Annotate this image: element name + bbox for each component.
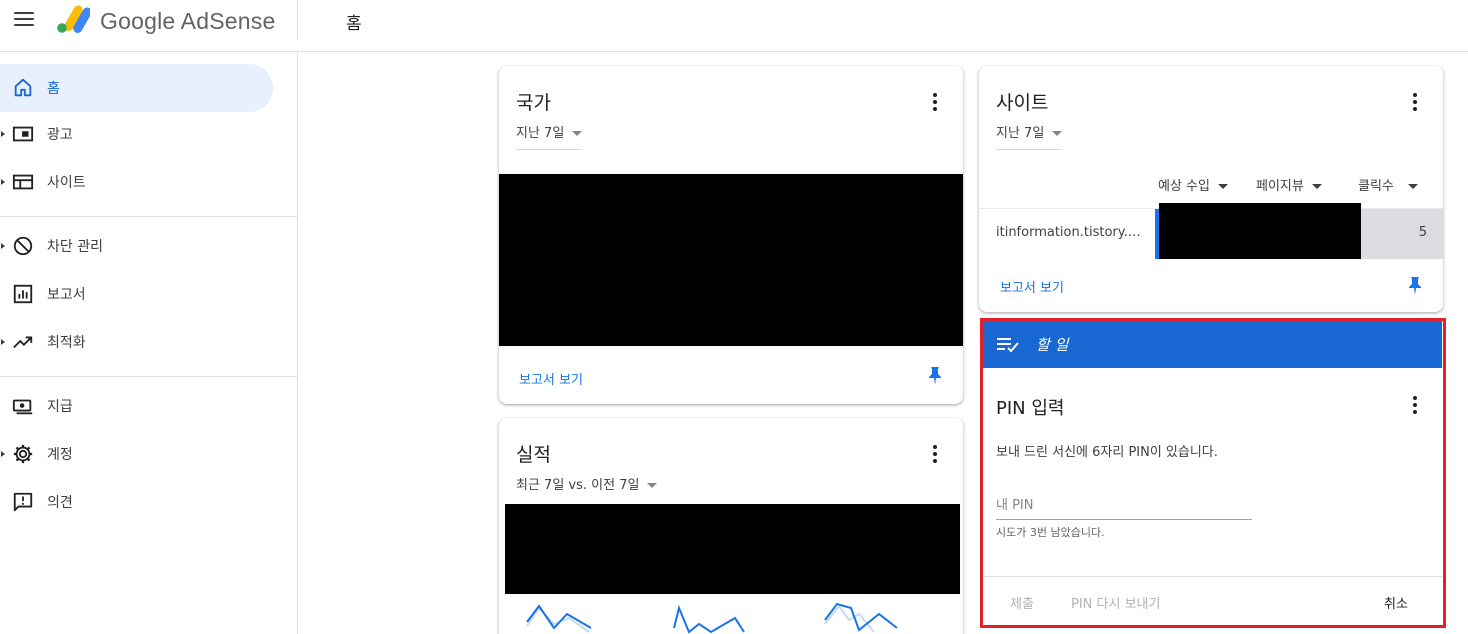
redacted-chart <box>505 504 960 594</box>
more-vert-icon[interactable] <box>932 93 938 113</box>
redacted-values <box>1159 203 1361 259</box>
menu-icon[interactable] <box>14 12 34 28</box>
column-header-clicks[interactable]: 클릭수 <box>1358 175 1418 194</box>
site-card: 사이트 지난 7일 예상 수입 페이지뷰 클릭수 itinformation.t… <box>979 66 1443 312</box>
performance-card: 실적 최근 7일 vs. 이전 7일 <box>499 418 963 634</box>
block-icon <box>13 236 33 256</box>
ads-icon <box>12 126 34 142</box>
sidebar-item-label: 차단 관리 <box>47 239 103 255</box>
column-header-pageviews[interactable]: 페이지뷰 <box>1256 175 1322 194</box>
period-dropdown-value: 지난 7일 <box>996 126 1045 141</box>
sidebar-item-ads[interactable]: 광고 <box>0 110 273 158</box>
column-header-label: 페이지뷰 <box>1256 179 1304 194</box>
view-report-link[interactable]: 보고서 보기 <box>1000 277 1064 296</box>
dropdown-arrow-icon <box>572 131 583 136</box>
highlight-frame <box>980 318 1446 628</box>
period-dropdown-value: 최근 7일 vs. 이전 7일 <box>516 478 640 493</box>
sidebar-item-label: 홈 <box>47 81 60 97</box>
top-divider <box>297 0 298 40</box>
clicks-bar <box>1361 209 1443 259</box>
home-icon <box>14 78 32 97</box>
sidebar-item-reports[interactable]: 보고서 <box>0 270 273 318</box>
sidebar-item-optimization[interactable]: 최적화 <box>0 318 273 366</box>
sidebar-item-block-management[interactable]: 차단 관리 <box>0 222 273 270</box>
pin-icon[interactable] <box>927 366 943 386</box>
sidebar-item-label: 의견 <box>47 495 73 511</box>
expand-caret-icon <box>1 179 5 185</box>
period-dropdown-value: 지난 7일 <box>516 126 565 141</box>
sidebar-item-label: 보고서 <box>47 287 86 303</box>
sites-icon <box>12 174 34 190</box>
table-row[interactable]: itinformation.tistory.c... 5 <box>979 203 1443 259</box>
top-app-bar: Google AdSense 홈 <box>0 0 1468 52</box>
feedback-icon <box>13 492 33 512</box>
sort-arrow-icon <box>1407 184 1418 189</box>
expand-caret-icon <box>1 243 5 249</box>
sidebar-item-label: 사이트 <box>47 175 86 191</box>
adsense-logo-icon <box>57 5 90 33</box>
performance-sparkline <box>526 602 898 634</box>
card-title: 사이트 <box>996 92 1049 114</box>
app-logo-text: Google AdSense <box>100 8 276 34</box>
sort-arrow-icon <box>1311 184 1322 189</box>
expand-caret-icon <box>1 451 5 457</box>
card-title: 국가 <box>516 92 551 114</box>
period-dropdown[interactable]: 최근 7일 vs. 이전 7일 <box>516 474 658 501</box>
gear-icon <box>13 444 33 464</box>
sidebar-item-home[interactable]: 홈 <box>0 64 273 112</box>
dropdown-arrow-icon <box>647 483 658 488</box>
more-vert-icon[interactable] <box>932 445 938 465</box>
sidebar: 홈 광고 사이트 차단 관리 보고서 최적화 지급 계정 의견 <box>0 52 298 634</box>
sidebar-item-label: 계정 <box>47 447 73 463</box>
sidebar-item-feedback[interactable]: 의견 <box>0 478 273 526</box>
nav-divider <box>0 376 298 377</box>
sidebar-item-sites[interactable]: 사이트 <box>0 158 273 206</box>
sidebar-item-payments[interactable]: 지급 <box>0 382 273 430</box>
trending-icon <box>13 336 33 349</box>
sidebar-item-label: 최적화 <box>47 335 86 351</box>
reports-icon <box>13 284 33 304</box>
more-vert-icon[interactable] <box>1412 93 1418 113</box>
redacted-map <box>499 174 963 346</box>
page-title: 홈 <box>346 14 362 34</box>
column-header-estimated-earnings[interactable]: 예상 수입 <box>1158 175 1228 194</box>
sidebar-item-label: 광고 <box>47 127 73 143</box>
expand-caret-icon <box>1 339 5 345</box>
payments-icon <box>12 399 33 415</box>
sort-arrow-icon <box>1217 184 1228 189</box>
period-dropdown[interactable]: 지난 7일 <box>516 122 583 150</box>
view-report-link[interactable]: 보고서 보기 <box>519 369 583 388</box>
expand-caret-icon <box>1 131 5 137</box>
site-name-cell: itinformation.tistory.c... <box>996 225 1146 240</box>
nav-divider <box>0 216 298 217</box>
card-title: 실적 <box>516 444 551 466</box>
clicks-value: 5 <box>1418 225 1427 240</box>
column-header-label: 클릭수 <box>1358 179 1394 194</box>
dropdown-arrow-icon <box>1052 131 1063 136</box>
column-header-label: 예상 수입 <box>1158 179 1210 194</box>
period-dropdown[interactable]: 지난 7일 <box>996 122 1063 150</box>
sidebar-item-label: 지급 <box>47 399 73 415</box>
pin-icon[interactable] <box>1407 276 1423 296</box>
sidebar-item-account[interactable]: 계정 <box>0 430 273 478</box>
country-card: 국가 지난 7일 보고서 보기 <box>499 66 963 404</box>
